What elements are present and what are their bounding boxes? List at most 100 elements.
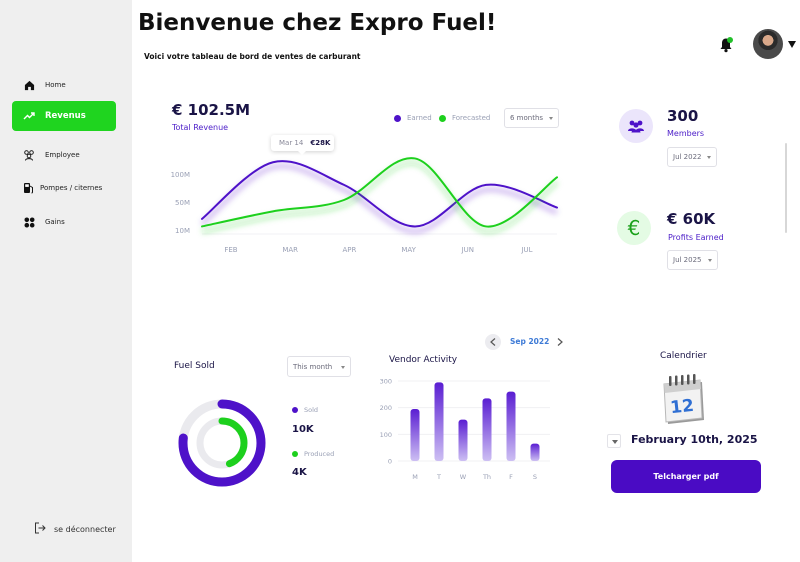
x-tick-label: T xyxy=(436,473,441,481)
x-tick-label: F xyxy=(509,473,513,481)
download-pdf-button[interactable]: Telcharger pdf xyxy=(611,460,761,493)
x-tick-label: Th xyxy=(482,473,491,481)
chart-tooltip: Mar 14 €28K xyxy=(271,135,334,155)
earned-dot-icon xyxy=(394,114,401,122)
logout-label: se déconnecter xyxy=(54,524,116,534)
y-tick-label: 100 xyxy=(380,431,392,439)
logout-icon xyxy=(34,522,46,536)
legend-sold: Sold xyxy=(292,406,318,414)
euro-icon: € xyxy=(627,216,641,240)
chevron-down-icon xyxy=(341,365,345,369)
profile-menu-caret-icon[interactable] xyxy=(788,41,796,48)
revenue-line-chart: 100M 50M 10M FEB MAR APR MAY JUN JUL xyxy=(171,157,559,254)
x-tick-label: APR xyxy=(342,246,356,254)
sidebar-item-label: Revenus xyxy=(45,111,86,121)
vendor-bar xyxy=(434,382,444,461)
x-tick-label: MAR xyxy=(282,246,298,254)
sidebar-item-employee[interactable]: Employee xyxy=(12,140,116,170)
members-value: 300 xyxy=(667,107,699,125)
calendar-icon: 12 xyxy=(663,374,704,424)
forecasted-dot-icon xyxy=(439,114,446,122)
sold-label: Sold xyxy=(304,406,319,414)
sidebar-item-pompes[interactable]: Pompes / citernes xyxy=(12,173,116,203)
legend-forecasted-label: Forecasted xyxy=(452,114,491,122)
chevron-left-icon xyxy=(490,338,496,346)
scrollbar[interactable] xyxy=(785,143,787,233)
profits-label: Profits Earned xyxy=(668,233,724,242)
members-period-select[interactable]: Jul 2022 xyxy=(667,147,717,167)
x-tick-label: W xyxy=(460,473,467,481)
sidebar-item-home[interactable]: Home xyxy=(12,70,116,100)
sidebar-item-label: Pompes / citernes xyxy=(40,184,103,192)
sidebar: Home Revenus Employee Pompes / citernes … xyxy=(0,0,132,562)
x-tick-label: JUN xyxy=(461,246,474,254)
y-tick-label: 0 xyxy=(388,458,392,466)
legend-earned: Earned xyxy=(394,114,432,122)
tooltip-value: €28K xyxy=(310,139,331,147)
fuel-sold-title: Fuel Sold xyxy=(174,361,215,371)
logout-button[interactable]: se déconnecter xyxy=(34,522,116,536)
notification-badge xyxy=(727,37,733,43)
legend-produced: Produced xyxy=(292,450,334,458)
trend-up-icon xyxy=(23,110,35,122)
produced-dot-icon xyxy=(292,451,298,457)
y-tick-label: 50M xyxy=(175,199,190,207)
sold-dot-icon xyxy=(292,407,298,413)
next-month-button[interactable] xyxy=(552,334,568,350)
sidebar-item-label: Home xyxy=(45,81,66,89)
legend-earned-label: Earned xyxy=(407,114,432,122)
vendor-bar-chart: 300 200 100 0 M T W Th F S xyxy=(380,378,550,481)
chevron-right-icon xyxy=(557,338,563,346)
sidebar-item-revenus[interactable]: Revenus xyxy=(12,101,116,131)
revenue-period-select[interactable]: 6 months xyxy=(504,108,559,128)
fuel-period-select[interactable]: This month xyxy=(287,356,351,377)
fuel-donut-chart xyxy=(178,399,266,487)
chevron-down-icon xyxy=(708,259,712,262)
revenue-period-value: 6 months xyxy=(510,114,544,122)
sidebar-item-gains[interactable]: Gains xyxy=(12,207,116,237)
calendar-title: Calendrier xyxy=(660,351,707,361)
fuel-period-value: This month xyxy=(293,362,333,371)
y-tick-label: 300 xyxy=(380,378,392,386)
y-tick-label: 10M xyxy=(175,227,190,235)
x-tick-label: M xyxy=(412,473,418,481)
calendar-icon-day: 12 xyxy=(669,396,695,418)
vendor-activity-title: Vendor Activity xyxy=(389,355,458,365)
vendor-bar xyxy=(458,419,468,461)
legend-forecasted: Forecasted xyxy=(439,114,490,122)
chevron-down-icon xyxy=(549,117,553,120)
members-period-value: Jul 2022 xyxy=(673,153,702,161)
x-tick-label: FEB xyxy=(224,246,237,254)
profits-period-value: Jul 2025 xyxy=(673,256,702,264)
sidebar-item-label: Gains xyxy=(45,218,65,226)
x-tick-label: JUL xyxy=(520,246,532,254)
produced-value: 4K xyxy=(292,467,307,478)
profits-period-select[interactable]: Jul 2025 xyxy=(667,250,718,270)
fuel-pump-icon xyxy=(22,182,34,194)
month-label: Sep 2022 xyxy=(510,337,550,346)
members-label: Members xyxy=(667,129,705,138)
sidebar-item-label: Employee xyxy=(45,151,80,159)
vendor-bar xyxy=(506,391,516,461)
calendar-dropdown[interactable] xyxy=(607,434,621,448)
y-tick-label: 200 xyxy=(380,404,392,412)
vendor-bar xyxy=(482,398,492,461)
grid-icon xyxy=(23,216,35,228)
sold-value: 10K xyxy=(292,424,314,435)
avatar[interactable] xyxy=(753,29,783,59)
vendor-bar xyxy=(530,443,540,461)
download-pdf-label: Telcharger pdf xyxy=(653,472,719,481)
members-icon-badge xyxy=(619,109,653,143)
chevron-down-icon xyxy=(707,156,711,159)
profits-value: € 60K xyxy=(667,210,716,228)
members-icon xyxy=(628,120,644,133)
home-icon xyxy=(23,79,35,91)
vendor-bar xyxy=(410,409,420,461)
selected-date: February 10th, 2025 xyxy=(631,433,758,446)
tooltip-date: Mar 14 xyxy=(279,139,304,147)
people-icon xyxy=(23,149,35,161)
page-title: Bienvenue chez Expro Fuel! xyxy=(138,10,497,36)
profits-icon-badge: € xyxy=(617,211,651,245)
prev-month-button[interactable] xyxy=(485,334,501,350)
x-tick-label: S xyxy=(533,473,537,481)
